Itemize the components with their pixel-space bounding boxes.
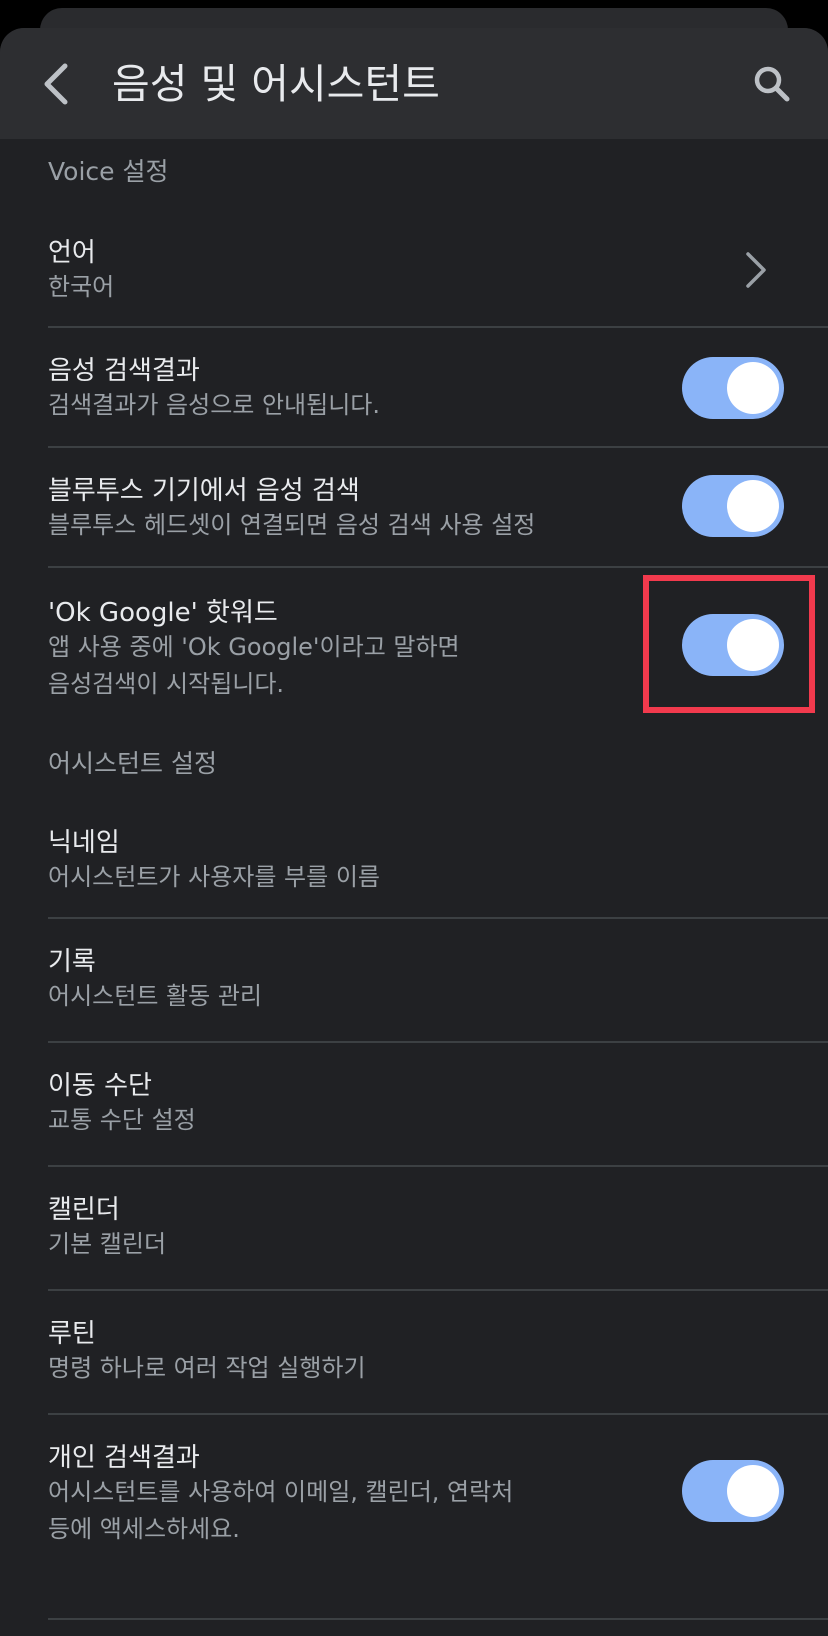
section-header-voice: Voice 설정 (48, 157, 169, 186)
setting-subtitle: 어시스턴트를 사용하여 이메일, 캘린더, 연락처 등에 액세스하세요. (48, 1478, 514, 1543)
highlight-box (643, 575, 815, 713)
setting-item-nickname[interactable]: 닉네임 어시스턴트가 사용자를 부를 이름 (0, 796, 828, 916)
setting-item-voice-results[interactable]: 음성 검색결과 검색결과가 음성으로 안내됩니다. (0, 328, 828, 446)
section-header-assistant: 어시스턴트 설정 (48, 749, 217, 778)
setting-subtitle: 교통 수단 설정 (48, 1106, 196, 1134)
setting-item-language[interactable]: 언어 한국어 (0, 204, 828, 324)
setting-title: 음성 검색결과 (48, 356, 200, 386)
personal-results-toggle[interactable] (682, 1460, 784, 1522)
setting-title: 이동 수단 (48, 1071, 152, 1101)
divider (48, 1618, 828, 1620)
setting-subtitle: 기본 캘린더 (48, 1230, 167, 1258)
setting-title: 블루투스 기기에서 음성 검색 (48, 476, 360, 506)
setting-subtitle: 한국어 (48, 273, 115, 301)
toggle-knob (727, 362, 779, 414)
setting-subtitle: 명령 하나로 여러 작업 실행하기 (48, 1354, 366, 1382)
setting-item-routines[interactable]: 루틴 명령 하나로 여러 작업 실행하기 (0, 1291, 828, 1411)
bluetooth-voice-search-toggle[interactable] (682, 475, 784, 537)
back-arrow-icon (44, 63, 68, 105)
toggle-knob (727, 480, 779, 532)
setting-item-calendar[interactable]: 캘린더 기본 캘린더 (0, 1167, 828, 1287)
setting-title: 'Ok Google' 핫워드 (48, 598, 278, 628)
setting-subtitle: 검색결과가 음성으로 안내됩니다. (48, 391, 381, 419)
back-button[interactable] (36, 56, 76, 112)
setting-subtitle: 어시스턴트가 사용자를 부를 이름 (48, 863, 381, 891)
voice-results-toggle[interactable] (682, 357, 784, 419)
search-button[interactable] (748, 58, 796, 110)
setting-subtitle: 블루투스 헤드셋이 연결되면 음성 검색 사용 설정 (48, 511, 536, 539)
setting-title: 기록 (48, 947, 96, 977)
page-title: 음성 및 어시스턴트 (112, 60, 440, 108)
chevron-right-icon (746, 252, 766, 288)
setting-item-history[interactable]: 기록 어시스턴트 활동 관리 (0, 919, 828, 1039)
setting-title: 캘린더 (48, 1195, 120, 1225)
setting-title: 루틴 (48, 1319, 96, 1349)
search-icon (754, 66, 790, 102)
setting-item-personal-results[interactable]: 개인 검색결과 어시스턴트를 사용하여 이메일, 캘린더, 연락처 등에 액세스… (0, 1415, 828, 1565)
toggle-knob (727, 1465, 779, 1517)
setting-item-bluetooth-voice-search[interactable]: 블루투스 기기에서 음성 검색 블루투스 헤드셋이 연결되면 음성 검색 사용 … (0, 448, 828, 566)
setting-subtitle: 앱 사용 중에 'Ok Google'이라고 말하면 음성검색이 시작됩니다. (48, 633, 460, 698)
app-bar: 음성 및 어시스턴트 (0, 28, 828, 139)
setting-subtitle: 어시스턴트 활동 관리 (48, 982, 262, 1010)
settings-sheet: 음성 및 어시스턴트 Voice 설정 언어 한국어 음성 검색결과 검색결과가… (0, 28, 828, 1636)
setting-item-transport[interactable]: 이동 수단 교통 수단 설정 (0, 1043, 828, 1163)
setting-title: 개인 검색결과 (48, 1443, 200, 1473)
setting-title: 언어 (48, 238, 96, 268)
setting-title: 닉네임 (48, 828, 120, 858)
